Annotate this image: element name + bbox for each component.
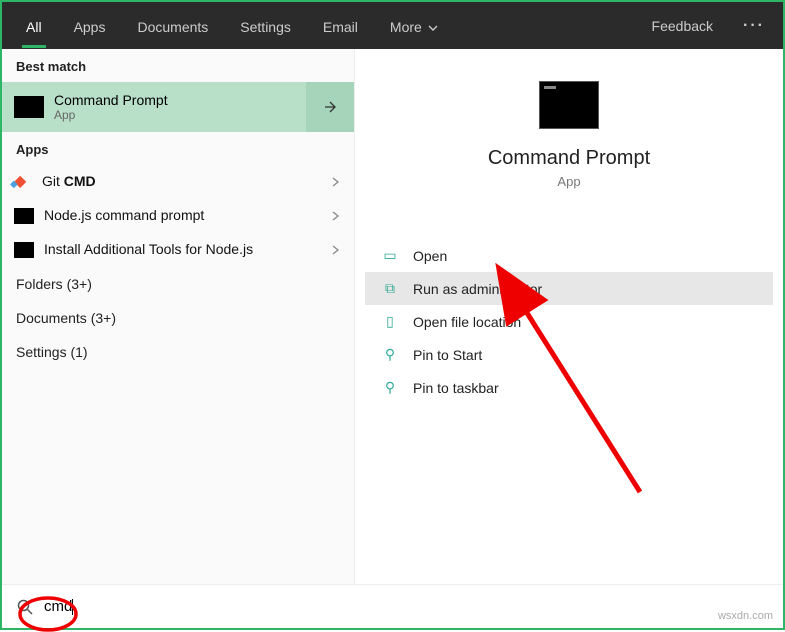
pin-icon: ⚲ [381,379,399,396]
app-preview-icon [539,81,599,129]
action-pin-to-taskbar[interactable]: ⚲ Pin to taskbar [365,371,773,404]
actions-list: ▭ Open ⧉ Run as administrator ▯ Open fil… [365,239,773,404]
section-best-match: Best match [2,49,354,82]
result-nodejs-prompt[interactable]: Node.js command prompt [2,199,354,233]
search-icon [16,598,34,616]
tab-more-label: More [390,19,422,35]
chevron-right-icon [328,209,342,223]
git-icon [14,173,32,191]
tab-apps[interactable]: Apps [58,5,122,47]
result-title: Command Prompt [54,92,284,108]
preview-subtitle: App [365,174,773,189]
chevron-right-icon [328,243,342,257]
action-pin-to-start[interactable]: ⚲ Pin to Start [365,338,773,371]
action-open[interactable]: ▭ Open [365,239,773,272]
tab-all[interactable]: All [10,5,58,47]
header-bar: All Apps Documents Settings Email More F… [2,2,783,49]
result-title: Install Additional Tools for Node.js [44,241,253,257]
arrow-right-icon [321,98,339,116]
search-input[interactable]: cmd [44,598,73,615]
folder-icon: ▯ [381,313,399,330]
result-command-prompt[interactable]: Command Prompt App [2,82,354,132]
preview-panel: Command Prompt App ▭ Open ⧉ Run as admin… [355,49,783,584]
search-bar[interactable]: cmd [2,584,783,628]
terminal-icon [14,208,34,224]
action-label: Pin to Start [413,347,482,363]
action-open-file-location[interactable]: ▯ Open file location [365,305,773,338]
tab-settings[interactable]: Settings [224,5,307,47]
result-install-nodejs-tools[interactable]: Install Additional Tools for Node.js [2,233,354,267]
action-label: Open [413,248,447,264]
admin-icon: ⧉ [381,280,399,297]
terminal-icon [14,242,34,258]
tab-email[interactable]: Email [307,5,374,47]
result-title: Node.js command prompt [44,207,204,223]
open-icon: ▭ [381,247,399,264]
tab-more[interactable]: More [374,5,454,47]
category-settings[interactable]: Settings (1) [2,335,354,369]
results-panel: Best match Command Prompt App Apps Git C… [2,49,355,584]
category-documents[interactable]: Documents (3+) [2,301,354,335]
action-label: Open file location [413,314,521,330]
section-apps: Apps [2,132,354,165]
feedback-button[interactable]: Feedback [642,12,723,40]
overflow-menu-button[interactable]: ··· [733,11,775,41]
expand-arrow-button[interactable] [306,82,354,132]
preview-title: Command Prompt [365,147,773,170]
result-git-cmd[interactable]: Git CMD [2,165,354,199]
chevron-right-icon [328,175,342,189]
terminal-icon [14,96,44,118]
action-label: Pin to taskbar [413,380,499,396]
filter-tabs: All Apps Documents Settings Email More [10,5,454,47]
watermark: wsxdn.com [718,610,773,622]
result-title: Git CMD [42,173,96,189]
result-subtitle: App [54,108,284,122]
tab-documents[interactable]: Documents [121,5,224,47]
pin-icon: ⚲ [381,346,399,363]
action-run-as-admin[interactable]: ⧉ Run as administrator [365,272,773,305]
action-label: Run as administrator [413,281,542,297]
category-folders[interactable]: Folders (3+) [2,267,354,301]
chevron-down-icon [428,23,438,33]
